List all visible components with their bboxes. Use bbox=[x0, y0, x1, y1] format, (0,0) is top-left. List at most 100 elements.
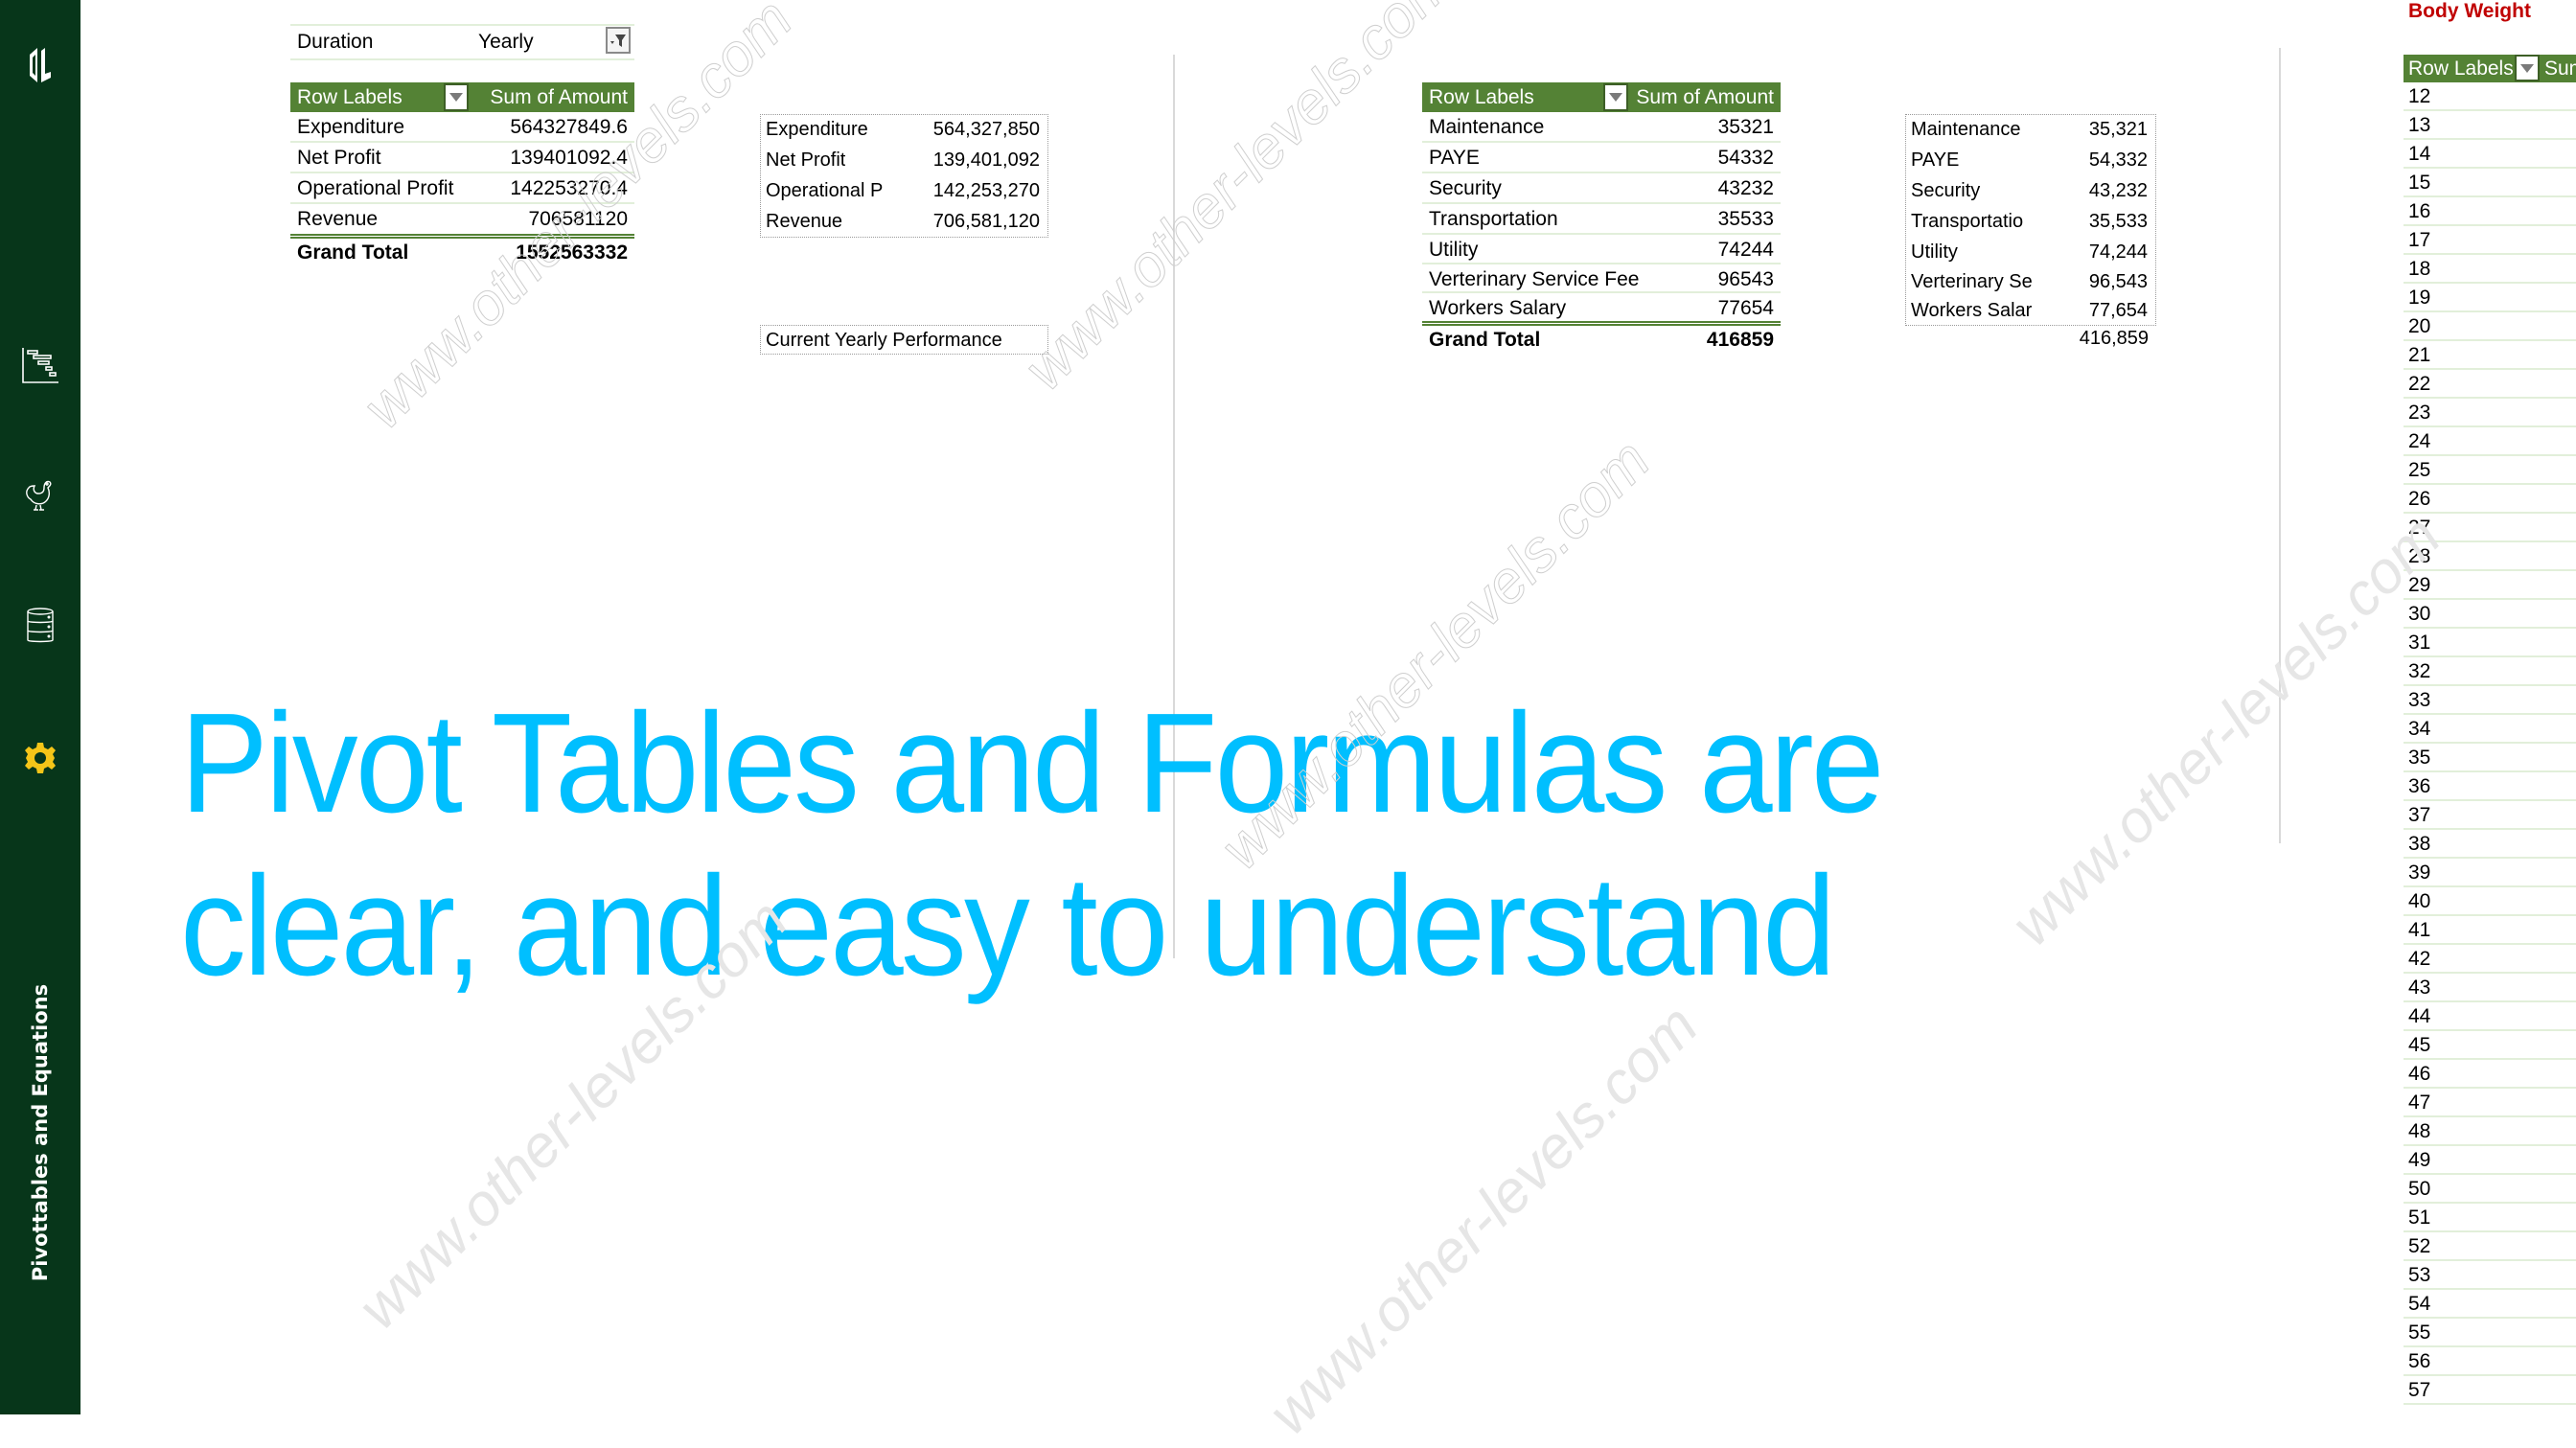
row-label: 52 bbox=[2408, 1235, 2431, 1257]
table-row[interactable]: Expenditure 564327849.6 bbox=[290, 112, 634, 143]
row-label: Verterinary Se bbox=[1911, 271, 2033, 292]
table-row[interactable]: 24 bbox=[2404, 427, 2576, 456]
row-value: 35321 bbox=[1717, 116, 1774, 138]
row-label: Security bbox=[1429, 177, 1502, 199]
row-label: 38 bbox=[2408, 833, 2431, 855]
sum-header: Sum of Amount bbox=[1636, 86, 1774, 108]
table-row[interactable]: 15 bbox=[2404, 169, 2576, 197]
row-label: Net Profit bbox=[297, 147, 381, 169]
table-row[interactable]: Maintenance 35321 bbox=[1422, 112, 1781, 143]
table-row[interactable]: 38 bbox=[2404, 830, 2576, 859]
row-label: 35 bbox=[2408, 747, 2431, 769]
table-row[interactable]: 36 bbox=[2404, 772, 2576, 801]
table-row[interactable]: 19 bbox=[2404, 284, 2576, 312]
table-row[interactable]: 40 bbox=[2404, 887, 2576, 916]
table-row[interactable]: 56 bbox=[2404, 1347, 2576, 1376]
row-label: 32 bbox=[2408, 660, 2431, 682]
table-row[interactable]: 42 bbox=[2404, 945, 2576, 974]
table-row[interactable]: 47 bbox=[2404, 1089, 2576, 1117]
table-row[interactable]: 46 bbox=[2404, 1060, 2576, 1089]
table-row[interactable]: 48 bbox=[2404, 1117, 2576, 1146]
table-row[interactable]: Security 43232 bbox=[1422, 173, 1781, 204]
grand-total-value: 416859 bbox=[1706, 329, 1774, 351]
table-row[interactable]: 52 bbox=[2404, 1232, 2576, 1261]
logo-icon[interactable] bbox=[0, 38, 80, 92]
table-row[interactable]: 50 bbox=[2404, 1175, 2576, 1204]
row-labels-dropdown[interactable] bbox=[1603, 83, 1628, 111]
row-label: 49 bbox=[2408, 1149, 2431, 1171]
formula-row: Maintenance 35,321 bbox=[1906, 115, 2155, 146]
table-row[interactable]: 30 bbox=[2404, 600, 2576, 629]
chicken-icon[interactable] bbox=[0, 471, 80, 519]
current-yearly-performance-cell[interactable]: Current Yearly Performance bbox=[760, 325, 1048, 355]
formula-summary-box[interactable]: Expenditure 564,327,850 Net Profit 139,4… bbox=[760, 114, 1048, 238]
formula-row: Net Profit 139,401,092 bbox=[761, 146, 1047, 176]
row-label: 15 bbox=[2408, 172, 2431, 194]
table-row[interactable]: 21 bbox=[2404, 341, 2576, 370]
filter-button[interactable] bbox=[606, 27, 631, 54]
table-row[interactable]: 54 bbox=[2404, 1290, 2576, 1319]
dropdown-arrow-icon bbox=[1609, 93, 1622, 102]
duration-slicer[interactable]: Duration Yearly bbox=[290, 24, 634, 60]
table-row[interactable]: 44 bbox=[2404, 1002, 2576, 1031]
formula-row: Expenditure 564,327,850 bbox=[761, 115, 1047, 146]
table-row[interactable]: Verterinary Service Fee 96543 bbox=[1422, 264, 1781, 293]
row-label: 45 bbox=[2408, 1034, 2431, 1056]
table-row[interactable]: 34 bbox=[2404, 715, 2576, 744]
table-row[interactable]: 35 bbox=[2404, 744, 2576, 772]
table-row[interactable]: 53 bbox=[2404, 1261, 2576, 1290]
table-row[interactable]: 31 bbox=[2404, 629, 2576, 657]
table-row[interactable]: 55 bbox=[2404, 1319, 2576, 1347]
table-row[interactable]: 17 bbox=[2404, 226, 2576, 255]
row-label: Transportation bbox=[1429, 208, 1558, 230]
row-labels-header: Row Labels bbox=[2408, 57, 2514, 80]
grand-total-label: Grand Total bbox=[297, 241, 409, 264]
table-row[interactable]: 23 bbox=[2404, 399, 2576, 427]
table-row[interactable]: PAYE 54332 bbox=[1422, 143, 1781, 173]
row-label: Workers Salar bbox=[1911, 300, 2033, 321]
table-row[interactable]: 14 bbox=[2404, 140, 2576, 169]
filter-icon bbox=[610, 34, 626, 47]
headline: Pivot Tables and Formulas are clear, and… bbox=[180, 682, 1884, 1008]
table-row[interactable]: 22 bbox=[2404, 370, 2576, 399]
table-row[interactable]: 43 bbox=[2404, 974, 2576, 1002]
row-labels-dropdown[interactable] bbox=[444, 83, 469, 111]
table-row[interactable]: 32 bbox=[2404, 657, 2576, 686]
table-row[interactable]: 51 bbox=[2404, 1204, 2576, 1232]
pivot-header: Row Labels Sum of Amount bbox=[290, 82, 634, 112]
table-row[interactable]: 16 bbox=[2404, 197, 2576, 226]
row-value: 139,401,092 bbox=[932, 149, 1040, 171]
formula-expenses-box[interactable]: Maintenance 35,321 PAYE 54,332 Security … bbox=[1905, 114, 2156, 326]
table-row[interactable]: 12 bbox=[2404, 82, 2576, 111]
formula-row: Security 43,232 bbox=[1906, 176, 2155, 207]
table-row[interactable]: 37 bbox=[2404, 801, 2576, 830]
table-row[interactable]: 20 bbox=[2404, 312, 2576, 341]
table-row[interactable]: 39 bbox=[2404, 859, 2576, 887]
row-label: Security bbox=[1911, 180, 1981, 201]
row-label: 51 bbox=[2408, 1207, 2431, 1229]
body-weight-list: 12 13 14 15 16 17 18 19 20 21 22 23 24 25 26 27 28 29 30 31… bbox=[2404, 82, 2576, 1405]
table-row[interactable]: 33 bbox=[2404, 686, 2576, 715]
row-label: 26 bbox=[2408, 488, 2431, 510]
gear-icon[interactable] bbox=[0, 734, 80, 782]
table-row[interactable]: Workers Salary 77654 bbox=[1422, 293, 1781, 321]
table-row[interactable]: 18 bbox=[2404, 255, 2576, 284]
table-row[interactable]: 13 bbox=[2404, 111, 2576, 140]
row-label: 57 bbox=[2408, 1379, 2431, 1401]
grand-total-row[interactable]: Grand Total 416859 bbox=[1422, 321, 1781, 352]
row-value: 96543 bbox=[1717, 268, 1774, 290]
table-row[interactable]: 25 bbox=[2404, 456, 2576, 485]
table-row[interactable]: 41 bbox=[2404, 916, 2576, 945]
pivot-header: Row Labels Sum of Amount bbox=[1422, 82, 1781, 112]
table-row[interactable]: Utility 74244 bbox=[1422, 235, 1781, 264]
table-row[interactable]: Transportation 35533 bbox=[1422, 204, 1781, 235]
table-row[interactable]: 45 bbox=[2404, 1031, 2576, 1060]
database-icon[interactable] bbox=[0, 602, 80, 650]
gantt-chart-icon[interactable] bbox=[0, 341, 80, 389]
table-row[interactable]: 26 bbox=[2404, 485, 2576, 514]
table-row[interactable]: 49 bbox=[2404, 1146, 2576, 1175]
row-label: 56 bbox=[2408, 1350, 2431, 1372]
row-labels-dropdown[interactable] bbox=[2515, 55, 2540, 81]
row-value: 96,543 bbox=[2088, 271, 2148, 292]
table-row[interactable]: 57 bbox=[2404, 1376, 2576, 1405]
